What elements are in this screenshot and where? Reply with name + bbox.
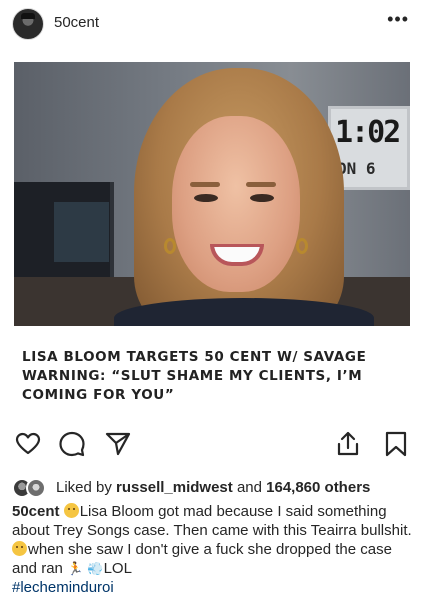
- likes-row[interactable]: Liked by russell_midwest and 164,860 oth…: [12, 476, 417, 498]
- bookmark-icon[interactable]: [382, 430, 410, 458]
- caption-author[interactable]: 50cent: [12, 503, 60, 520]
- username[interactable]: 50cent: [54, 14, 99, 31]
- action-bar: [0, 424, 423, 464]
- thinking-emoji-icon: [63, 503, 79, 518]
- post-photo: 1:02 ON 6: [14, 62, 410, 326]
- likes-text[interactable]: Liked by russell_midwest and 164,860 oth…: [56, 479, 370, 496]
- post-media[interactable]: 1:02 ON 6 LISA BLOOM TARGETS 50 CENT W/ …: [14, 62, 410, 412]
- share-icon[interactable]: [104, 430, 132, 458]
- dash-emoji-icon: 💨: [87, 561, 104, 576]
- likes-count[interactable]: 164,860 others: [266, 479, 370, 496]
- heart-icon[interactable]: [14, 430, 42, 458]
- upload-icon[interactable]: [334, 430, 362, 458]
- liker-name[interactable]: russell_midwest: [116, 479, 233, 496]
- hashtag-link[interactable]: #lecheminduroi: [12, 579, 114, 596]
- liker-avatars: [12, 476, 52, 498]
- smirk-emoji-icon: [12, 541, 27, 556]
- liker-avatar: [26, 478, 46, 498]
- post-caption: 50cent Lisa Bloom got mad because I said…: [12, 503, 412, 596]
- post-header: 50cent •••: [0, 0, 423, 48]
- post-headline: LISA BLOOM TARGETS 50 CENT W/ SAVAGE WAR…: [22, 349, 367, 403]
- comment-icon[interactable]: [58, 430, 86, 458]
- running-emoji-icon: 🏃: [67, 561, 84, 576]
- avatar[interactable]: [12, 8, 44, 40]
- more-options-icon[interactable]: •••: [387, 10, 409, 28]
